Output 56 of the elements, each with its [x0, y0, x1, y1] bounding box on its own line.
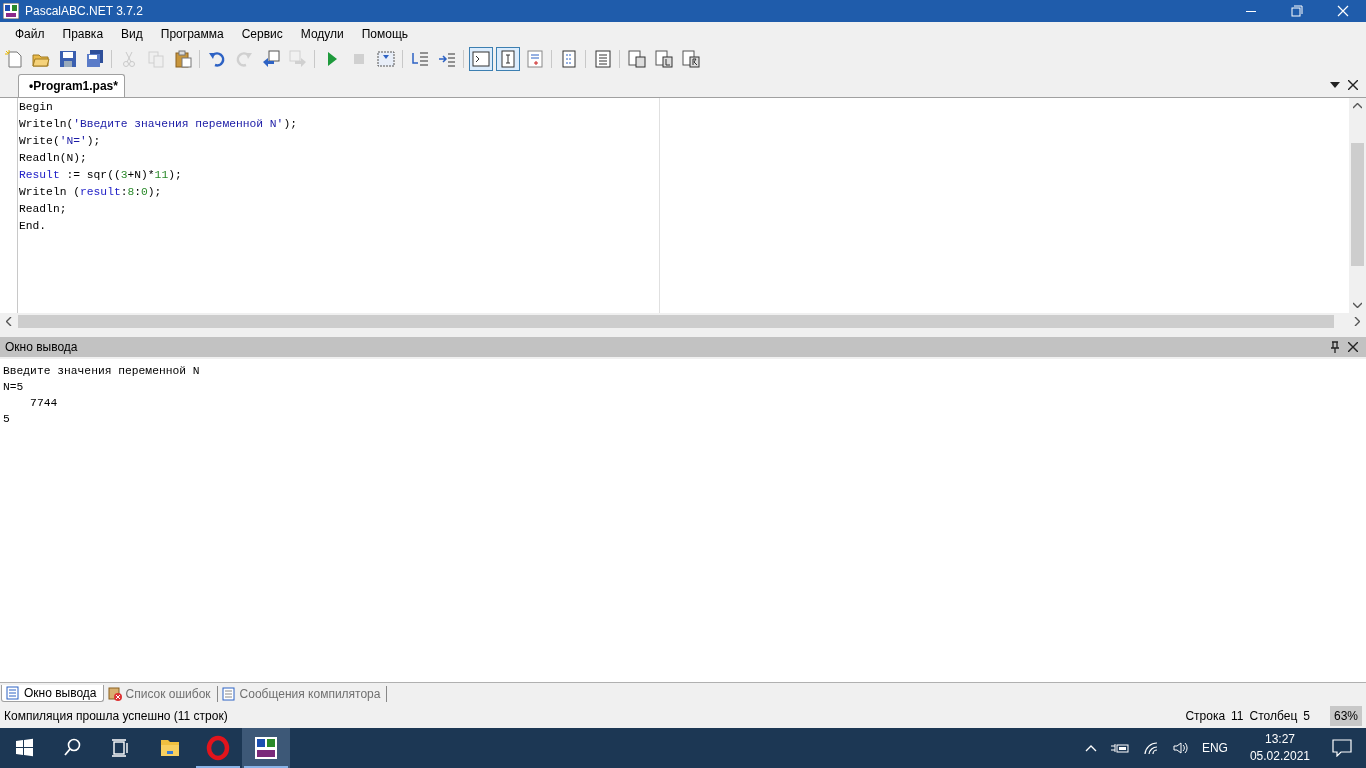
- panel-tab[interactable]: Сообщения компилятора: [217, 685, 388, 702]
- panel-tab[interactable]: Список ошибок: [103, 685, 218, 702]
- status-message: Компиляция прошла успешно (11 строк): [4, 709, 228, 723]
- dropdown-arrow-icon[interactable]: [1330, 81, 1340, 88]
- panel-tab[interactable]: Окно вывода: [1, 685, 104, 702]
- menu-item[interactable]: Вид: [112, 27, 152, 41]
- vertical-scrollbar[interactable]: [1349, 98, 1366, 313]
- zoom-level: 63%: [1329, 706, 1362, 726]
- status-label: Строка: [1185, 709, 1226, 723]
- scroll-up-icon: [1353, 103, 1362, 109]
- battery-plug-icon[interactable]: [1110, 742, 1129, 754]
- scroll-right-icon: [1354, 316, 1360, 326]
- notification-icon[interactable]: [1332, 739, 1352, 757]
- close-icon[interactable]: [1348, 79, 1358, 90]
- menu-item[interactable]: Правка: [53, 27, 113, 41]
- horizontal-scrollbar[interactable]: [0, 313, 1366, 329]
- list-icon: [6, 686, 20, 700]
- file-tab[interactable]: •Program1.pas*: [18, 74, 125, 97]
- text-cursor-icon[interactable]: [495, 47, 520, 71]
- scroll-down-icon: [1353, 302, 1362, 308]
- error-list-icon: [107, 686, 122, 701]
- scroll-left-icon: [6, 316, 12, 326]
- app-logo-icon[interactable]: [242, 728, 290, 768]
- code-line: Writeln('Введите значения переменной N');: [19, 117, 298, 132]
- status-label: Столбец: [1249, 709, 1298, 723]
- wifi-icon[interactable]: [1142, 741, 1159, 755]
- menu-item[interactable]: Программа: [151, 27, 233, 41]
- output-line: N=5: [3, 380, 25, 395]
- speaker-icon[interactable]: [1172, 741, 1189, 755]
- menu-item[interactable]: Модули: [291, 27, 353, 41]
- line-number: 11: [1231, 709, 1244, 723]
- column-number: 5: [1303, 709, 1310, 723]
- panel-title: Окно вывода: [5, 340, 78, 354]
- chevron-up-icon[interactable]: [1084, 744, 1097, 752]
- code-line: Result := sqr((3+N)*11);: [19, 168, 183, 183]
- output-line: Введите значения переменной N: [3, 364, 201, 379]
- language-indicator[interactable]: ENG: [1201, 741, 1228, 755]
- code-line: Begin: [19, 100, 54, 115]
- menu-item[interactable]: Сервис: [232, 27, 292, 41]
- clock-time[interactable]: 13:27: [1264, 731, 1295, 748]
- output-line: 7744: [29, 396, 59, 411]
- code-line: End.: [19, 219, 48, 234]
- close-icon[interactable]: [1348, 342, 1358, 352]
- window-title: PascalABC.NET 3.7.2: [25, 4, 143, 18]
- output-line: 5: [3, 412, 11, 427]
- console-icon[interactable]: [468, 47, 493, 71]
- menu-item[interactable]: Помощь: [352, 27, 418, 41]
- code-line: Writeln (result:8:0);: [19, 185, 163, 200]
- code-line: Readln;: [19, 202, 68, 217]
- pin-icon[interactable]: [1330, 341, 1340, 353]
- code-line: Write('N=');: [19, 134, 102, 149]
- clock-date[interactable]: 05.02.2021: [1249, 748, 1310, 765]
- menu-item[interactable]: Файл: [6, 27, 54, 41]
- code-line: Readln(N);: [19, 151, 88, 166]
- list-icon: [221, 686, 236, 701]
- app-logo-icon: [3, 3, 19, 19]
